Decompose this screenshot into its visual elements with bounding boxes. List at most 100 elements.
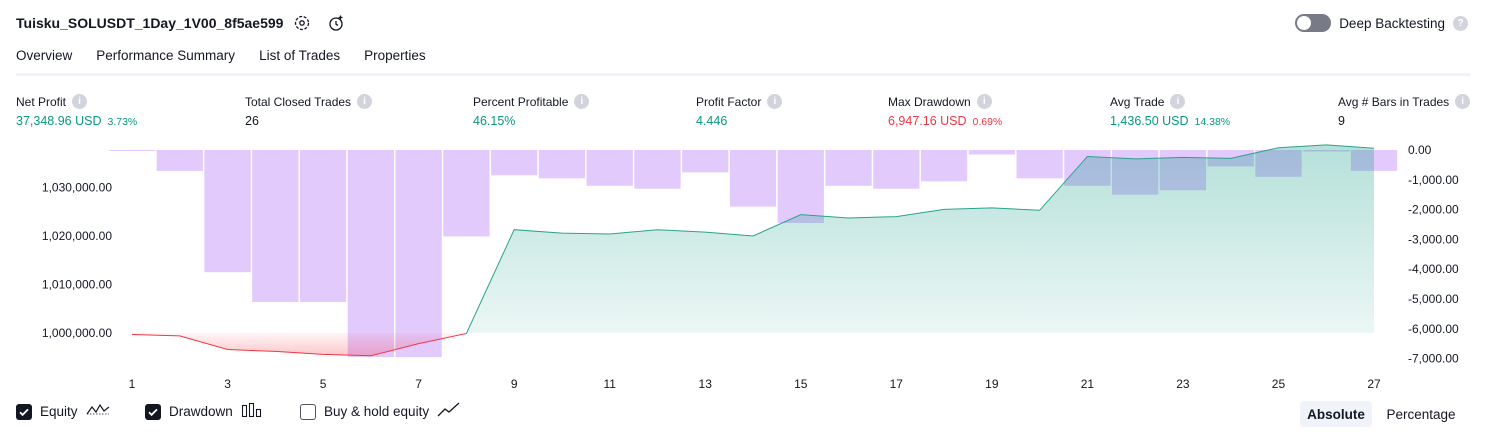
strategy-title: Tuisku_SOLUSDT_1Day_1V00_8f5ae599	[16, 15, 284, 31]
metric-label: Total Closed Trades	[245, 94, 352, 109]
metric-percent-profitable: Percent Profitable i 46.15%	[473, 94, 590, 128]
deep-backtesting-control: Deep Backtesting ?	[1295, 14, 1468, 32]
equity-line-icon	[86, 402, 110, 421]
metric-percent: 0.69%	[972, 116, 1003, 128]
drawdown-bar	[491, 150, 538, 176]
drawdown-bar	[443, 150, 490, 237]
drawdown-bars-icon	[241, 402, 263, 421]
metric-label: Max Drawdown	[888, 94, 971, 109]
metric-value: 4.446	[696, 114, 728, 128]
legend-label: Buy & hold equity	[324, 404, 430, 419]
metric-value: 46.15%	[473, 114, 516, 128]
metric-label: Avg # Bars in Trades	[1338, 94, 1450, 109]
right-axis-tick: -1,000.00	[1408, 173, 1459, 187]
x-axis-tick: 21	[1081, 377, 1095, 391]
tab-performance-summary[interactable]: Performance Summary	[96, 48, 235, 76]
right-axis-tick: -6,000.00	[1408, 322, 1459, 336]
metric-label: Net Profit	[16, 94, 67, 109]
drawdown-bar	[108, 150, 156, 151]
x-axis-tick: 5	[320, 377, 327, 391]
drawdown-bar	[729, 150, 777, 207]
drawdown-bar	[252, 150, 299, 302]
drawdown-bar	[634, 150, 681, 189]
legend-buy-hold-equity[interactable]: Buy & hold equity	[300, 402, 461, 421]
x-axis-tick: 25	[1272, 377, 1286, 391]
tab-divider	[16, 73, 1470, 76]
metric-avg-bars-in-trades: Avg # Bars in Trades i 9	[1338, 94, 1471, 128]
deep-backtesting-label: Deep Backtesting	[1339, 15, 1445, 31]
right-axis-tick: -3,000.00	[1408, 232, 1459, 246]
tab-properties[interactable]: Properties	[364, 48, 426, 76]
left-axis-tick: 1,030,000.00	[42, 181, 112, 195]
x-axis-tick: 17	[890, 377, 904, 391]
legend-label: Drawdown	[169, 404, 233, 419]
right-axis-tick: 0.00	[1408, 143, 1432, 157]
drawdown-bar	[204, 150, 251, 273]
metric-label: Avg Trade	[1110, 94, 1165, 109]
drawdown-bar	[156, 150, 203, 171]
right-axis-tick: -4,000.00	[1408, 262, 1459, 276]
drawdown-bar	[920, 150, 968, 182]
drawdown-checkbox[interactable]	[145, 403, 161, 420]
drawdown-bar	[825, 150, 872, 186]
drawdown-bar	[299, 150, 347, 302]
x-axis-tick: 11	[603, 377, 616, 391]
x-axis-tick: 9	[511, 377, 518, 391]
drawdown-bar	[873, 150, 920, 189]
x-axis-tick: 19	[985, 377, 999, 391]
drawdown-bar	[395, 150, 442, 358]
metric-value: 37,348.96 USD	[16, 114, 102, 128]
tab-bar: Overview Performance Summary List of Tra…	[16, 48, 426, 76]
help-icon[interactable]: i	[574, 94, 590, 109]
help-icon[interactable]: ?	[1453, 15, 1468, 31]
drawdown-bar	[347, 150, 394, 358]
buy-hold-line-icon	[437, 402, 461, 421]
help-icon[interactable]: i	[72, 94, 88, 109]
left-axis-tick: 1,010,000.00	[42, 278, 112, 292]
metric-avg-trade: Avg Trade i 1,436.50 USD 14.38%	[1110, 94, 1230, 128]
buy-hold-checkbox[interactable]	[300, 403, 316, 420]
equity-checkbox[interactable]	[16, 403, 32, 420]
metric-total-closed-trades: Total Closed Trades i 26	[245, 94, 373, 128]
right-axis-tick: -2,000.00	[1408, 203, 1459, 217]
left-axis-tick: 1,020,000.00	[42, 229, 112, 243]
metric-label: Profit Factor	[696, 94, 762, 109]
tab-list-of-trades[interactable]: List of Trades	[259, 48, 340, 76]
help-icon[interactable]: i	[976, 94, 992, 109]
drawdown-bar	[777, 150, 824, 224]
legend-label: Equity	[40, 404, 78, 419]
x-axis-tick: 15	[794, 377, 808, 391]
percentage-mode-button[interactable]: Percentage	[1378, 401, 1464, 427]
right-axis-tick: -7,000.00	[1408, 352, 1459, 366]
add-alert-clock-icon[interactable]	[327, 14, 345, 32]
toggle-knob	[1297, 16, 1312, 30]
metric-value: 1,436.50 USD	[1110, 114, 1189, 128]
metric-percent: 14.38%	[1194, 116, 1231, 128]
x-axis-tick: 1	[129, 377, 136, 391]
drawdown-bar	[682, 150, 729, 173]
metric-value: 9	[1338, 114, 1345, 128]
metric-net-profit: Net Profit i 37,348.96 USD 3.73%	[16, 94, 137, 128]
drawdown-bar	[1016, 150, 1063, 179]
x-axis-tick: 7	[415, 377, 422, 391]
help-icon[interactable]: i	[1170, 94, 1186, 109]
help-icon[interactable]: i	[1455, 94, 1471, 109]
legend-equity[interactable]: Equity	[16, 402, 110, 421]
absolute-mode-button[interactable]: Absolute	[1300, 401, 1372, 427]
drawdown-bar	[586, 150, 633, 186]
drawdown-bar	[968, 150, 1015, 155]
deep-backtesting-toggle[interactable]	[1295, 14, 1332, 32]
settings-gear-icon[interactable]	[293, 14, 311, 32]
help-icon[interactable]: i	[357, 94, 373, 109]
help-icon[interactable]: i	[767, 94, 783, 109]
equity-drawdown-chart[interactable]: 1,030,000.00 1,020,000.00 1,010,000.00 1,00…	[0, 138, 1486, 398]
x-axis-tick: 23	[1176, 377, 1190, 391]
drawdown-bar	[538, 150, 586, 179]
x-axis-tick: 3	[224, 377, 231, 391]
legend-drawdown[interactable]: Drawdown	[145, 402, 263, 421]
right-axis-tick: -5,000.00	[1408, 292, 1459, 306]
left-axis-tick: 1,000,000.00	[42, 326, 112, 340]
metric-label: Percent Profitable	[473, 94, 569, 109]
x-axis-tick: 13	[699, 377, 713, 391]
tab-overview[interactable]: Overview	[16, 48, 73, 76]
